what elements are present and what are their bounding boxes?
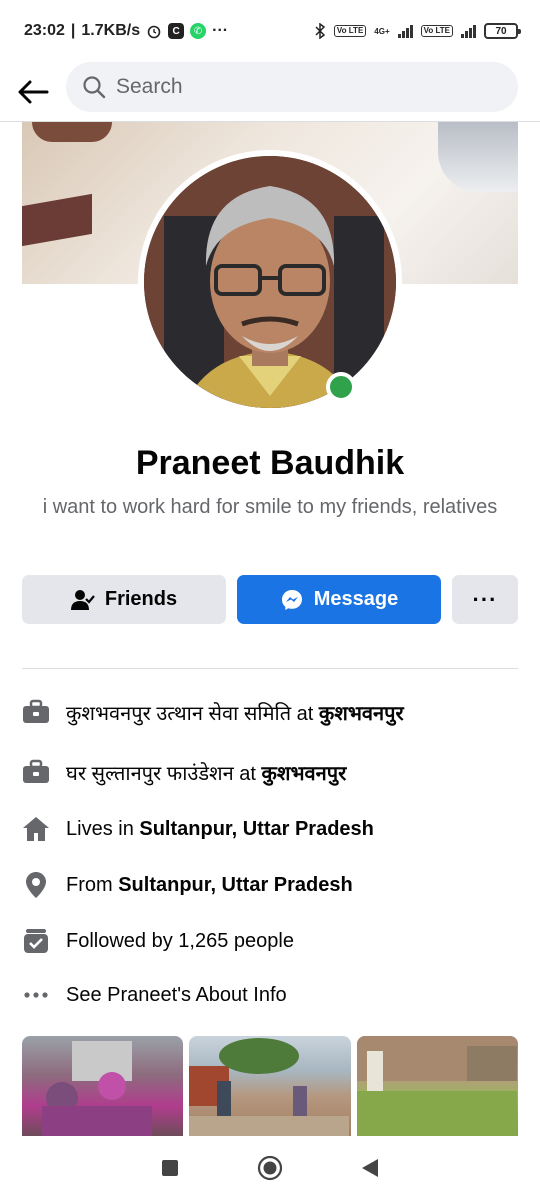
network-speed: 1.7KB/s [81, 22, 141, 39]
friends-icon [70, 589, 95, 610]
search-placeholder: Search [116, 75, 183, 98]
followers-count: Followed by 1,265 people [66, 929, 294, 952]
home-button[interactable] [254, 1152, 286, 1184]
location-pin-icon [22, 871, 50, 899]
circle-icon [257, 1155, 283, 1181]
profile-bio: i want to work hard for smile to my frie… [42, 496, 498, 518]
profile-portrait [144, 156, 396, 408]
photos-grid [22, 1036, 518, 1136]
back-button[interactable] [0, 62, 66, 122]
from-item: From Sultanpur, Uttar Pradesh [22, 865, 522, 905]
friends-button[interactable]: Friends [22, 575, 226, 624]
work-item-1: कुशभवनपुर उत्थान सेवा समिति at कुशभवनपुर [22, 692, 522, 732]
profile-name: Praneet Baudhik [135, 444, 405, 482]
signal-icon-2 [461, 24, 476, 38]
battery-icon: 70 [484, 23, 521, 39]
search-input[interactable]: Search [66, 62, 518, 112]
search-icon [83, 76, 106, 99]
followers-item: Followed by 1,265 people [22, 921, 522, 961]
online-status-indicator [326, 372, 356, 402]
more-icon: ··· [472, 586, 498, 612]
back-arrow-icon [18, 80, 49, 103]
home-icon [22, 815, 50, 843]
messenger-icon [281, 589, 302, 610]
see-about-info-label: See Praneet's About Info [66, 983, 287, 1006]
ellipsis-icon [22, 981, 50, 1009]
app-notification-icon: C [168, 23, 185, 39]
lives-in-item: Lives in Sultanpur, Uttar Pradesh [22, 809, 522, 849]
status-time: 23:02 [24, 22, 65, 39]
square-icon [162, 1160, 178, 1176]
triangle-back-icon [362, 1159, 378, 1177]
status-bar: 23:02 | 1.7KB/s C ✆ ··· Vo LTE 4G+ Vo LT… [0, 0, 540, 62]
photo-thumbnail-1[interactable] [22, 1036, 184, 1136]
volte-icon-2: Vo LTE [420, 25, 453, 37]
message-label: Message [313, 588, 399, 610]
section-divider [22, 668, 518, 669]
more-options-button[interactable]: ··· [452, 575, 518, 624]
work-place-link-2[interactable]: कुशभवनपुर [262, 763, 347, 785]
bluetooth-icon [314, 23, 326, 39]
work-place-link-1[interactable]: कुशभवनपुर [319, 703, 404, 725]
briefcase-icon [22, 758, 50, 786]
volte-icon: Vo LTE [333, 25, 367, 37]
photo-thumbnail-2[interactable] [189, 1036, 351, 1136]
system-navigation-bar [0, 1136, 540, 1200]
whatsapp-icon: ✆ [190, 23, 207, 39]
more-notifications-icon: ··· [212, 22, 229, 39]
lives-in-link[interactable]: Sultanpur, Uttar Pradesh [139, 818, 374, 840]
followers-icon [22, 927, 50, 955]
network-type: 4G+ [374, 26, 390, 36]
profile-picture[interactable] [144, 156, 396, 408]
recent-apps-button[interactable] [154, 1152, 186, 1184]
message-button[interactable]: Message [237, 575, 441, 624]
signal-icon [397, 24, 413, 38]
top-bar: Search [0, 62, 540, 122]
from-link[interactable]: Sultanpur, Uttar Pradesh [118, 874, 353, 896]
photo-thumbnail-3[interactable] [356, 1036, 518, 1136]
see-about-info-link[interactable]: See Praneet's About Info [22, 975, 522, 1015]
back-nav-button[interactable] [354, 1152, 386, 1184]
work-item-2: घर सुल्तानपुर फाउंडेशन at कुशभवनपुर [22, 752, 522, 792]
friends-label: Friends [104, 588, 178, 610]
briefcase-icon [22, 698, 50, 726]
alarm-icon [146, 23, 162, 39]
